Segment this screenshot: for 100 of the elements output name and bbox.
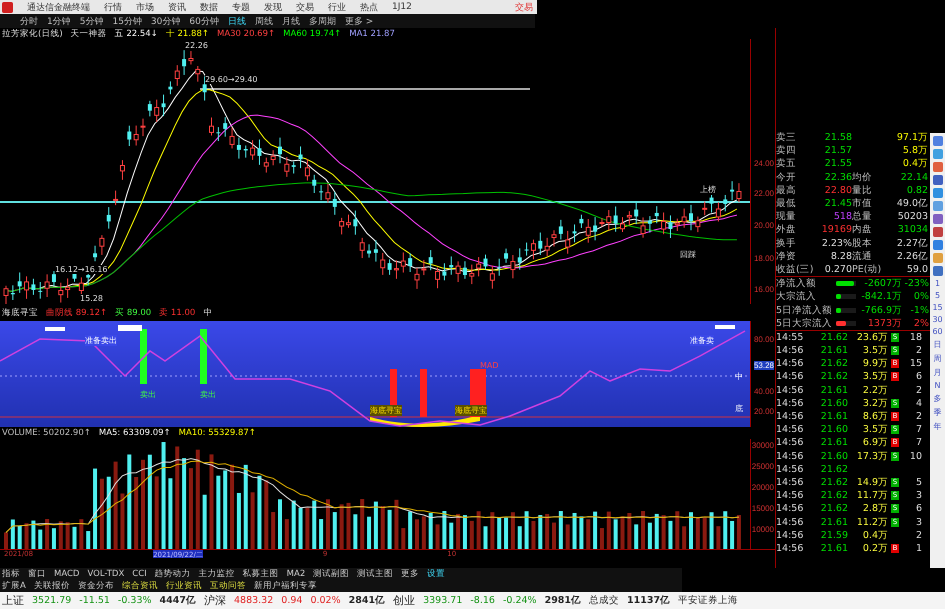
indicator-tab[interactable]: 趋势动力: [154, 568, 191, 580]
oscillator-axis-label: 53.28: [754, 361, 774, 370]
info-tab[interactable]: 行业资讯: [166, 580, 202, 592]
quote-label: 最低: [776, 197, 797, 210]
period-tab[interactable]: 15分钟: [112, 14, 142, 28]
menu-item[interactable]: 资讯: [168, 0, 186, 14]
side-period-button[interactable]: 月: [934, 367, 942, 378]
tool-icon[interactable]: [932, 136, 943, 146]
tool-icon[interactable]: [932, 227, 943, 237]
indicator-tab[interactable]: 主力监控: [198, 568, 235, 580]
info-tab[interactable]: 关联报价: [34, 580, 70, 592]
price-annotation: 29.60→29.40: [205, 75, 258, 84]
trade-time: 14:56: [776, 490, 804, 502]
trade-time: 14:56: [776, 530, 804, 541]
trade-price: 21.62: [820, 490, 848, 502]
period-tab[interactable]: 多周期: [308, 14, 336, 28]
menu-item[interactable]: 1J12: [392, 2, 412, 12]
quote-label: 市值: [852, 197, 873, 210]
period-tab[interactable]: 分时: [20, 14, 38, 28]
indicator-tab[interactable]: MACD: [54, 569, 80, 579]
trade-volume: 3.5万: [862, 370, 888, 384]
trade-volume: 11.2万: [856, 516, 888, 529]
period-tab[interactable]: 日线: [228, 14, 246, 28]
signal-label: 卖出: [200, 389, 216, 400]
trade-volume: 8.6万: [862, 410, 888, 424]
side-period-button[interactable]: 1: [935, 279, 940, 288]
info-tab[interactable]: 资金分布: [78, 580, 114, 592]
trade-price: 21.62: [820, 464, 848, 475]
tool-icon[interactable]: [932, 266, 943, 276]
menu-item[interactable]: 行情: [104, 0, 122, 14]
info-tab[interactable]: 互动问答: [210, 580, 246, 592]
side-period-button[interactable]: N: [934, 381, 941, 390]
stock-title: 拉芳家化(日线): [2, 28, 63, 40]
index-percent: -0.33%: [118, 595, 152, 606]
period-tab[interactable]: 30分钟: [150, 14, 180, 28]
tool-icon[interactable]: [932, 149, 943, 159]
tool-icon[interactable]: [932, 175, 943, 185]
side-period-button[interactable]: 15: [932, 303, 943, 312]
sell-level: 卖 11.00: [159, 306, 196, 318]
index-change: 0.94: [281, 595, 302, 606]
side-period-button[interactable]: 季: [934, 407, 942, 418]
menu-item[interactable]: 交易: [296, 0, 314, 14]
indicator-tab[interactable]: MA2: [286, 569, 306, 579]
trade-count: 5: [914, 476, 922, 488]
menu-item[interactable]: 专题: [232, 0, 250, 14]
period-tab[interactable]: 月线: [282, 14, 300, 28]
menu-item[interactable]: 数据: [200, 0, 218, 14]
trade-price: 21.61: [820, 384, 848, 396]
menu-item[interactable]: 行业: [328, 0, 346, 14]
trade-count: 7: [914, 437, 922, 448]
signal-label: 卖出: [140, 389, 156, 400]
side-period-button[interactable]: 多: [934, 393, 942, 404]
menu-item[interactable]: 发现: [264, 0, 282, 14]
side-period-button[interactable]: 年: [934, 421, 942, 432]
indicator-tab[interactable]: CCI: [132, 569, 147, 579]
indicator-tab[interactable]: 设置: [427, 568, 446, 580]
period-tab[interactable]: 1分钟: [47, 14, 71, 28]
tool-icon[interactable]: [932, 201, 943, 211]
trade-time: 14:56: [776, 358, 804, 370]
period-tab[interactable]: 5分钟: [80, 14, 104, 28]
trade-time: 14:56: [776, 542, 804, 554]
trade-price: 21.59: [820, 530, 848, 541]
trade-volume: 3.2万: [862, 396, 888, 410]
tool-icon[interactable]: [932, 214, 943, 224]
tool-icon[interactable]: [932, 162, 943, 172]
menu-item[interactable]: 热点: [360, 0, 378, 14]
period-tab[interactable]: 更多 >: [344, 14, 374, 28]
indicator-tab[interactable]: 私募主图: [242, 568, 279, 580]
indicator-tab[interactable]: VOL-TDX: [87, 569, 124, 579]
trade-price: 21.62: [820, 371, 848, 382]
menu-item[interactable]: 市场: [136, 0, 154, 14]
indicator-tab[interactable]: 指标: [2, 568, 20, 580]
trade-time: 14:56: [776, 516, 804, 528]
index-amount: 2841亿: [348, 594, 386, 607]
period-tab[interactable]: 60分钟: [189, 14, 219, 28]
side-period-button[interactable]: 5: [935, 291, 940, 300]
signal-label: MAD: [480, 361, 499, 370]
trade-link[interactable]: 交易: [515, 0, 537, 14]
price-annotation: 15.28: [80, 294, 103, 303]
side-period-button[interactable]: 60: [932, 327, 943, 336]
trade-volume: 17.3万: [856, 450, 888, 463]
trade-count: 2: [914, 411, 922, 422]
side-period-button[interactable]: 周: [934, 353, 942, 364]
volume-value: MA10: 55329.87↑: [178, 428, 256, 438]
tool-icon[interactable]: [932, 188, 943, 198]
info-tab[interactable]: 新用户福利专享: [254, 580, 317, 592]
indicator-tab[interactable]: 测试副图: [313, 568, 350, 580]
period-tab[interactable]: 周线: [254, 14, 273, 28]
index-percent: 0.02%: [310, 595, 341, 606]
index-name: 上证: [2, 593, 24, 608]
side-period-button[interactable]: 30: [932, 315, 943, 324]
trade-time: 14:56: [776, 424, 804, 436]
indicator-tab[interactable]: 更多: [401, 568, 420, 580]
side-period-button[interactable]: 日: [934, 339, 942, 350]
indicator-tab[interactable]: 测试主图: [357, 568, 394, 580]
info-tab[interactable]: 综合资讯: [122, 580, 158, 592]
index-amount: 2981亿: [544, 594, 582, 607]
tool-icon[interactable]: [932, 240, 943, 250]
info-tab[interactable]: 扩展A: [2, 580, 26, 592]
indicator-tab[interactable]: 窗口: [28, 568, 46, 580]
